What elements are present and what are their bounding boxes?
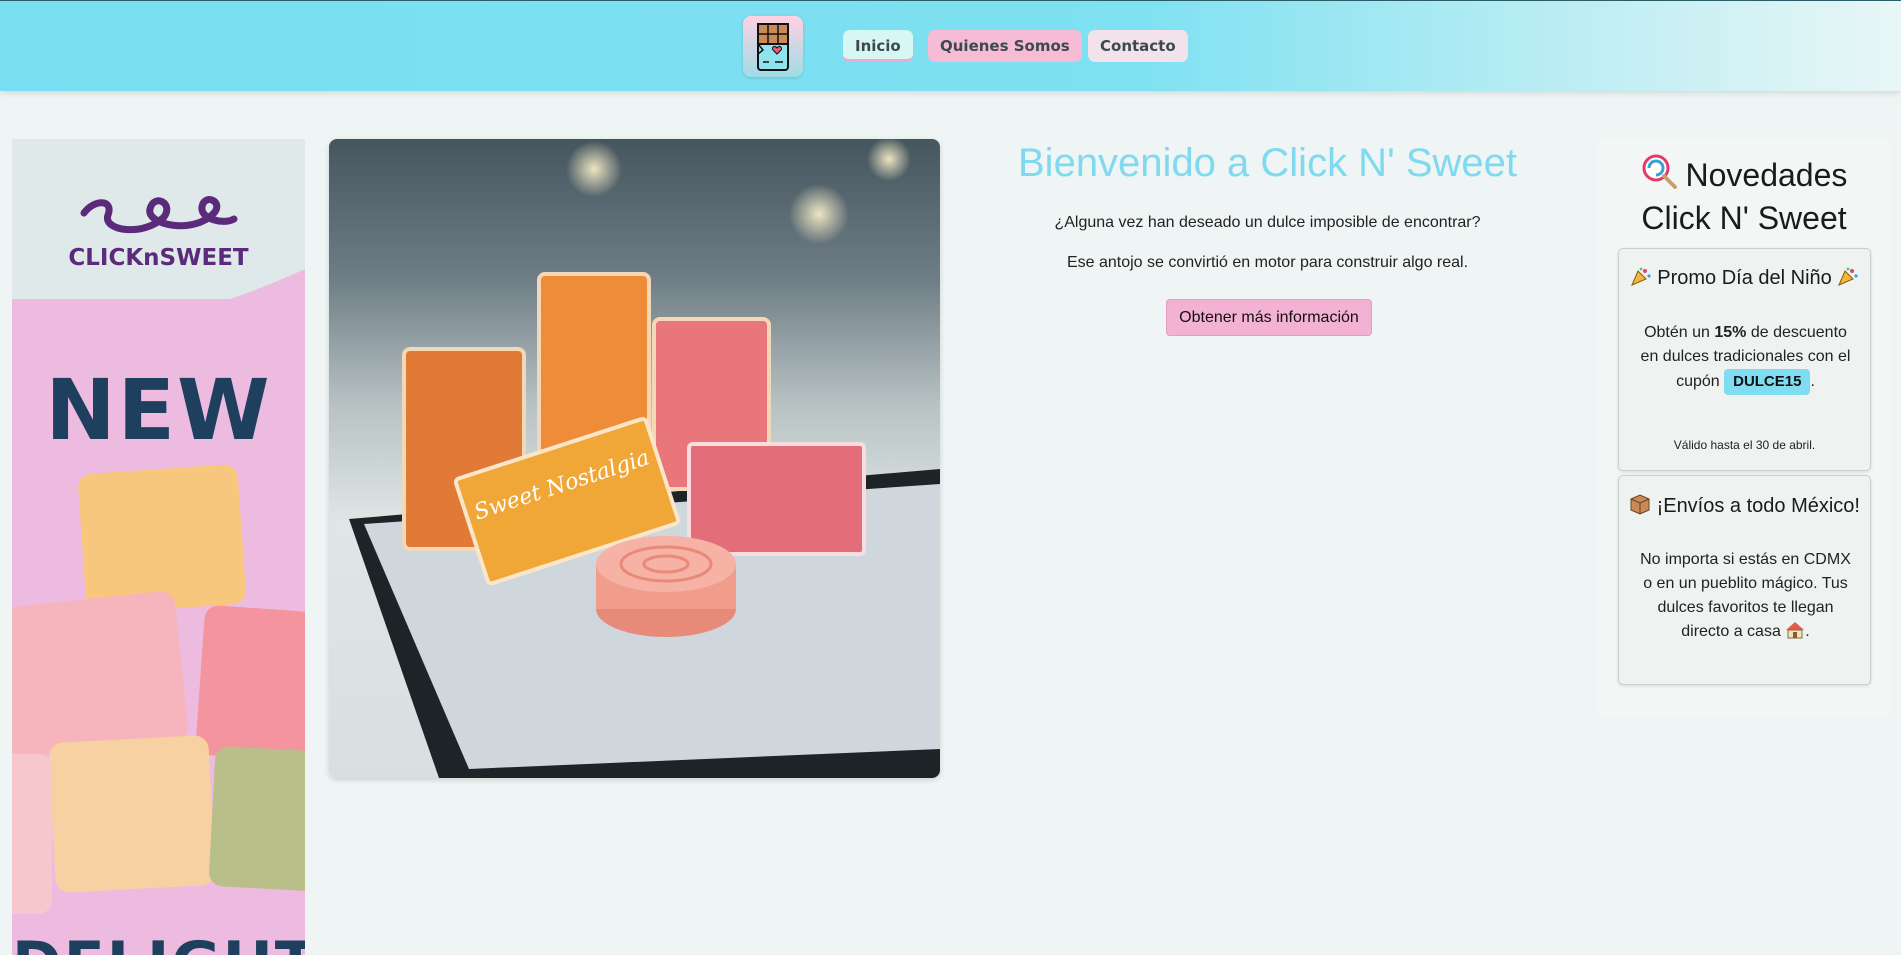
lollipop-icon (1641, 153, 1677, 198)
shipping-card-title: ¡Envíos a todo México! (1619, 493, 1870, 521)
turkish-delight-rose (194, 604, 305, 764)
top-navbar: Inicio Quienes Somos Contacto (0, 0, 1901, 91)
promo-validity: Válido hasta el 30 de abril. (1673, 438, 1816, 452)
turkish-delight-pink (12, 590, 190, 758)
discount-value: 15% (1714, 324, 1747, 341)
nav-contacto[interactable]: Contacto (1088, 30, 1188, 62)
promo-banner[interactable]: CLICKnSWEET NEW DELIGHT (12, 139, 305, 955)
house-icon (1785, 621, 1805, 647)
news-panel: Novedades Click N' Sweet Promo Día del N… (1598, 139, 1890, 717)
promo-card-title: Promo Día del Niño (1619, 266, 1870, 293)
banner-footer-word: DELIGHT (12, 929, 305, 955)
coupon-code[interactable]: DULCE15 (1724, 369, 1811, 395)
welcome-line-2: Ese antojo se convirtió en motor para co… (1066, 254, 1469, 271)
news-title: Novedades Click N' Sweet (1598, 153, 1890, 238)
banner-brand: CLICKnSWEET (68, 245, 249, 271)
chocolate-bar-heart-icon (757, 22, 789, 71)
welcome-line-1: ¿Alguna vez han deseado un dulce imposib… (1054, 214, 1481, 231)
welcome-title: Bienvenido a Click N' Sweet (1018, 141, 1517, 185)
promo-card-text: Obtén un 15% de descuento en dulces trad… (1637, 321, 1854, 395)
nav-quienes-somos[interactable]: Quienes Somos (928, 30, 1082, 62)
banner-headline: NEW (45, 361, 272, 459)
party-popper-icon (1837, 267, 1859, 293)
logo[interactable] (743, 16, 803, 77)
shipping-card-text: No importa si estás en CDMX o en un pueb… (1637, 548, 1854, 647)
welcome-section: Bienvenido a Click N' Sweet ¿Alguna vez … (960, 139, 1575, 336)
more-info-button[interactable]: Obtener más información (1166, 299, 1372, 336)
news-title-line-2: Click N' Sweet (1641, 200, 1847, 236)
package-icon (1629, 493, 1651, 521)
shipping-card: ¡Envíos a todo México! No importa si est… (1618, 475, 1871, 685)
promo-card: Promo Día del Niño Obtén un 15% de descu… (1618, 248, 1871, 471)
hero-photo: Sweet Nostalgia (349, 139, 940, 778)
banner-wave (12, 269, 305, 339)
party-popper-icon (1630, 267, 1652, 293)
turkish-delight-peach (48, 734, 216, 894)
turkish-delight-green (208, 745, 305, 893)
banner-logo-ribbon (80, 196, 238, 234)
news-title-line-1: Novedades (1685, 157, 1848, 193)
nav-inicio[interactable]: Inicio (843, 30, 913, 62)
turkish-delight-light (12, 754, 52, 914)
hero-image: Sweet Nostalgia (329, 139, 940, 778)
